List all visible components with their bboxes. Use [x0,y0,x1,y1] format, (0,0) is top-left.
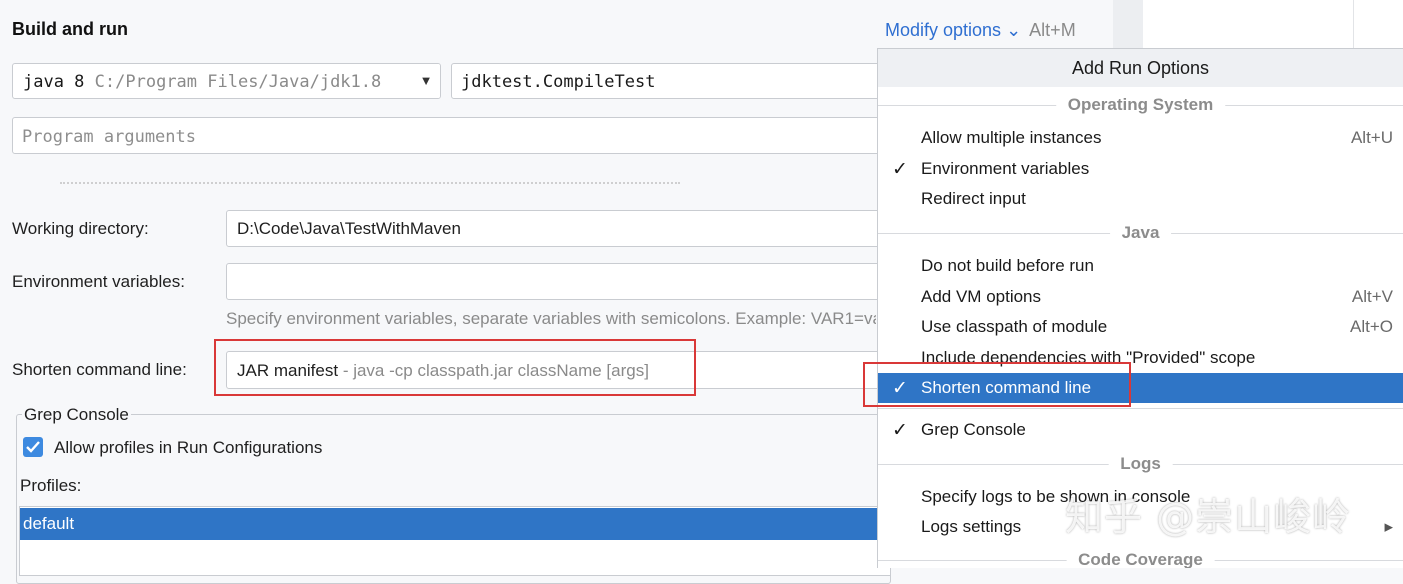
dropdown-arrow-icon[interactable]: ▼ [412,64,440,98]
menu-item-add-vm-options[interactable]: Add VM options Alt+V [878,282,1403,312]
menu-item-allow-multiple-instances[interactable]: Allow multiple instances Alt+U [878,123,1403,153]
popup-title: Add Run Options [878,49,1403,87]
menu-item-redirect-input[interactable]: Redirect input [878,184,1403,214]
group-operating-system: Operating System [878,95,1403,115]
main-class-field[interactable]: jdktest.CompileTest [451,63,891,99]
grep-console-title: Grep Console [22,405,131,425]
environment-variables-label: Environment variables: [12,272,185,291]
menu-item-environment-variables[interactable]: ✓ Environment variables [878,154,1403,184]
modify-options-link[interactable]: Modify options ⌄ Alt+M [885,20,1076,41]
jre-select[interactable]: java 8 C:/Program Files/Java/jdk1.8 ▼ [12,63,441,99]
allow-profiles-label[interactable]: Allow profiles in Run Configurations [54,438,322,458]
modify-options-label[interactable]: Modify options [885,20,1001,40]
faded-hint [60,182,680,190]
section-title: Build and run [12,19,128,39]
working-directory-value: D:\Code\Java\TestWithMaven [237,219,461,238]
menu-item-do-not-build[interactable]: Do not build before run [878,251,1403,281]
profile-name: default [23,514,75,533]
menu-item-use-classpath[interactable]: Use classpath of module Alt+O [878,312,1403,342]
highlight-box [214,339,696,396]
group-code-coverage: Code Coverage [878,550,1403,568]
checkmark-icon [26,441,40,453]
allow-profiles-checkbox[interactable] [23,437,43,457]
highlight-box [863,362,1131,407]
modify-options-shortcut: Alt+M [1029,20,1076,40]
main-class-value: jdktest.CompileTest [461,72,656,92]
jre-version: java 8 [23,72,85,92]
jre-path: C:/Program Files/Java/jdk1.8 [94,72,382,92]
checkmark-icon: ✓ [892,420,908,441]
environment-variables-hint: Specify environment variables, separate … [226,309,876,328]
watermark: 知乎 @崇山峻岭 [1065,495,1352,539]
submenu-arrow-icon: ▸ [1384,517,1393,536]
environment-variables-field[interactable] [226,263,891,300]
shorten-command-line-label: Shorten command line: [12,360,187,379]
menu-item-grep-console[interactable]: ✓ Grep Console [878,415,1403,445]
working-directory-label: Working directory: [12,219,149,238]
group-java: Java [878,223,1403,243]
list-item[interactable]: default [20,508,880,540]
working-directory-field[interactable]: D:\Code\Java\TestWithMaven [226,210,891,247]
divider [1353,0,1354,48]
program-arguments-field[interactable]: Program arguments [12,117,891,154]
chevron-down-icon[interactable]: ⌄ [1006,20,1021,40]
divider [878,408,1403,409]
checkmark-icon: ✓ [892,159,908,180]
group-logs: Logs [878,454,1403,474]
profiles-label: Profiles: [20,476,82,495]
program-arguments-placeholder: Program arguments [22,127,196,147]
